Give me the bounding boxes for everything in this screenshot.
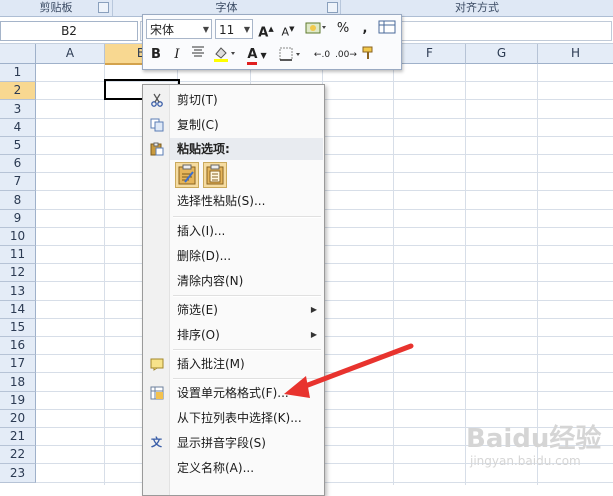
baidu-watermark: Baidu经验 <box>466 424 602 454</box>
annotation-arrow <box>284 343 414 398</box>
baidu-watermark-url: jingyan.baidu.com <box>470 454 581 468</box>
